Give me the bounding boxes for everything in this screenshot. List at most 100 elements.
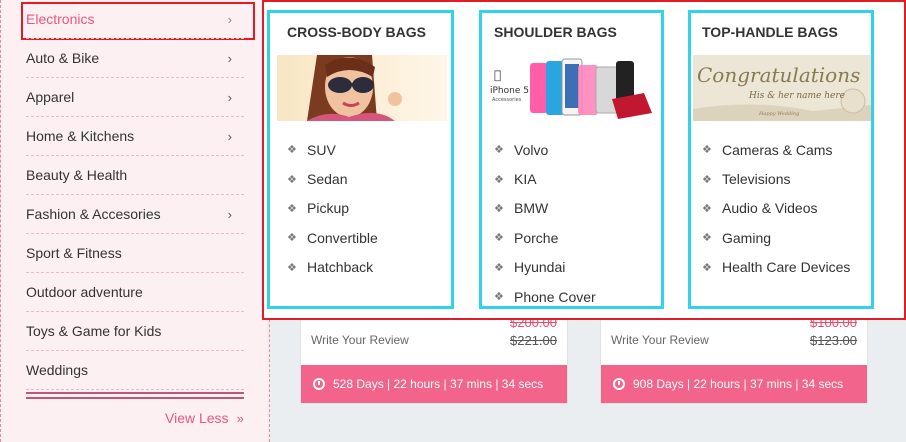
column-items-list: ❖ Cameras & Cams ❖ Televisions ❖ Audio & Vi… bbox=[702, 135, 850, 282]
column-title[interactable]: CROSS-BODY BAGS bbox=[287, 24, 426, 40]
column-items-list: ❖ SUV ❖ Sedan ❖ Pickup ❖ Convertible ❖ Hatchb… bbox=[287, 135, 378, 282]
menu-link[interactable]: ❖ Convertible bbox=[287, 223, 378, 252]
menu-link[interactable]: ❖ Gaming bbox=[702, 223, 850, 252]
old-price: $221.00 bbox=[510, 333, 557, 348]
sidebar-item-electronics[interactable]: Electronics › bbox=[26, 0, 244, 39]
svg-text:Accessories: Accessories bbox=[492, 97, 522, 103]
menu-link-label: Volvo bbox=[514, 141, 549, 158]
diamond-bullet-icon: ❖ bbox=[494, 144, 504, 157]
diamond-bullet-icon: ❖ bbox=[287, 232, 297, 245]
sidebar-divider bbox=[26, 397, 244, 399]
menu-link-label: Health Care Devices bbox=[722, 259, 851, 276]
diamond-bullet-icon: ❖ bbox=[494, 261, 504, 274]
iphone-accessories-image[interactable]:  iPhone 5 Accessories bbox=[486, 55, 658, 121]
diamond-bullet-icon: ❖ bbox=[702, 232, 712, 245]
double-chevron-right-icon: » bbox=[236, 411, 244, 426]
diamond-bullet-icon: ❖ bbox=[702, 144, 712, 157]
sidebar-item-outdoor-adventure[interactable]: Outdoor adventure bbox=[26, 273, 244, 312]
mega-menu-dropdown: CROSS-BODY BAGS ❖ SUV ❖ Sedan ❖ Pickup ❖… bbox=[262, 0, 906, 320]
column-title[interactable]: SHOULDER BAGS bbox=[494, 24, 617, 40]
sidebar-item-label: Beauty & Health bbox=[26, 167, 128, 183]
menu-link-label: KIA bbox=[514, 171, 537, 188]
view-less-link[interactable]: View Less » bbox=[165, 410, 244, 426]
diamond-bullet-icon: ❖ bbox=[287, 202, 297, 215]
menu-link-label: Convertible bbox=[307, 229, 378, 246]
woman-with-sunglasses-image[interactable] bbox=[277, 55, 447, 121]
diamond-bullet-icon: ❖ bbox=[702, 202, 712, 215]
menu-link-label: Televisions bbox=[722, 171, 791, 188]
menu-link-label: BMW bbox=[514, 200, 549, 217]
sidebar-item-weddings[interactable]: Weddings bbox=[26, 351, 244, 390]
menu-link[interactable]: ❖ Audio & Videos bbox=[702, 194, 850, 223]
menu-link[interactable]: ❖ Volvo bbox=[494, 135, 596, 164]
svg-text:iPhone 5: iPhone 5 bbox=[490, 86, 529, 96]
countdown-bar: 528 Days | 22 hours | 37 mins | 34 secs bbox=[301, 365, 567, 403]
sidebar-item-label: Auto & Bike bbox=[26, 50, 100, 66]
sidebar-item-apparel[interactable]: Apparel › bbox=[26, 78, 244, 117]
diamond-bullet-icon: ❖ bbox=[287, 144, 297, 157]
menu-link[interactable]: ❖ Televisions bbox=[702, 164, 850, 193]
sidebar-item-auto-bike[interactable]: Auto & Bike › bbox=[26, 39, 244, 78]
menu-link[interactable]: ❖ Sedan bbox=[287, 164, 378, 193]
write-review-link[interactable]: Write Your Review bbox=[611, 333, 709, 347]
countdown-text: 528 Days | 22 hours | 37 mins | 34 secs bbox=[333, 377, 544, 391]
sidebar-item-label: Sport & Fitness bbox=[26, 245, 122, 261]
menu-link[interactable]: ❖ Pickup bbox=[287, 194, 378, 223]
sidebar-item-label: Outdoor adventure bbox=[26, 284, 143, 300]
menu-link[interactable]: ❖ SUV bbox=[287, 135, 378, 164]
menu-link-label: Audio & Videos bbox=[722, 200, 818, 217]
diamond-bullet-icon: ❖ bbox=[494, 202, 504, 215]
menu-link-label: Gaming bbox=[722, 229, 772, 246]
sidebar-item-fashion-accesories[interactable]: Fashion & Accesories › bbox=[26, 195, 244, 234]
menu-link-label: Cameras & Cams bbox=[722, 141, 833, 158]
column-title[interactable]: TOP-HANDLE BAGS bbox=[702, 24, 838, 40]
chevron-right-icon: › bbox=[227, 128, 232, 144]
diamond-bullet-icon: ❖ bbox=[702, 261, 712, 274]
menu-link[interactable]: ❖ KIA bbox=[494, 164, 596, 193]
chevron-right-icon: › bbox=[227, 11, 232, 27]
diamond-bullet-icon: ❖ bbox=[494, 173, 504, 186]
sidebar-item-sport-fitness[interactable]: Sport & Fitness bbox=[26, 234, 244, 273]
menu-link-label: Porche bbox=[514, 229, 559, 246]
chevron-right-icon: › bbox=[227, 206, 232, 222]
write-review-link[interactable]: Write Your Review bbox=[311, 333, 409, 347]
sidebar-item-beauty-health[interactable]: Beauty & Health bbox=[26, 156, 244, 195]
chevron-right-icon: › bbox=[227, 89, 232, 105]
diamond-bullet-icon: ❖ bbox=[702, 173, 712, 186]
menu-link[interactable]: ❖ Health Care Devices bbox=[702, 253, 850, 282]
menu-link[interactable]: ❖ Hatchback bbox=[287, 253, 378, 282]
menu-column-top-handle-bags: TOP-HANDLE BAGS Congratulations His & he… bbox=[688, 10, 874, 309]
clock-icon bbox=[613, 378, 625, 390]
sidebar-item-label: Apparel bbox=[26, 89, 75, 105]
menu-link-label: Phone Cover bbox=[514, 288, 596, 305]
countdown-text: 908 Days | 22 hours | 37 mins | 34 secs bbox=[633, 377, 844, 391]
view-less-label: View Less bbox=[165, 410, 229, 426]
sidebar-item-label: Weddings bbox=[26, 362, 89, 378]
menu-link[interactable]: ❖ Cameras & Cams bbox=[702, 135, 850, 164]
menu-link[interactable]: ❖ Phone Cover bbox=[494, 282, 596, 311]
menu-link-label: Hyundai bbox=[514, 259, 566, 276]
congratulations-card-image[interactable]: Congratulations His & her name here Happ… bbox=[693, 55, 871, 121]
diamond-bullet-icon: ❖ bbox=[287, 261, 297, 274]
card-footer-text: Happy Wedding bbox=[758, 111, 799, 117]
card-subtext: His & her name here bbox=[748, 91, 845, 101]
diamond-bullet-icon: ❖ bbox=[287, 173, 297, 186]
chevron-right-icon: › bbox=[227, 50, 232, 66]
sidebar-item-label: Home & Kitchens bbox=[26, 128, 135, 144]
card-headline: Congratulations bbox=[697, 63, 860, 87]
diamond-bullet-icon: ❖ bbox=[494, 291, 504, 304]
sidebar-item-label: Electronics bbox=[26, 11, 95, 27]
clock-icon bbox=[313, 378, 325, 390]
sidebar-item-home-kitchens[interactable]: Home & Kitchens › bbox=[26, 117, 244, 156]
menu-link-label: Pickup bbox=[307, 200, 350, 217]
menu-link-label: Sedan bbox=[307, 171, 348, 188]
category-list: Electronics › Auto & Bike › Apparel › Home & K… bbox=[26, 0, 244, 390]
menu-link[interactable]: ❖ Hyundai bbox=[494, 253, 596, 282]
menu-link[interactable]: ❖ BMW bbox=[494, 194, 596, 223]
column-items-list: ❖ Volvo ❖ KIA ❖ BMW ❖ Porche ❖ Hyundai ❖ Phone… bbox=[494, 135, 596, 311]
menu-link[interactable]: ❖ Porche bbox=[494, 223, 596, 252]
menu-link-label: SUV bbox=[307, 141, 336, 158]
sidebar-item-label: Fashion & Accesories bbox=[26, 206, 161, 222]
sidebar-divider bbox=[26, 392, 244, 394]
sidebar-item-toys-game-for-kids[interactable]: Toys & Game for Kids bbox=[26, 312, 244, 351]
